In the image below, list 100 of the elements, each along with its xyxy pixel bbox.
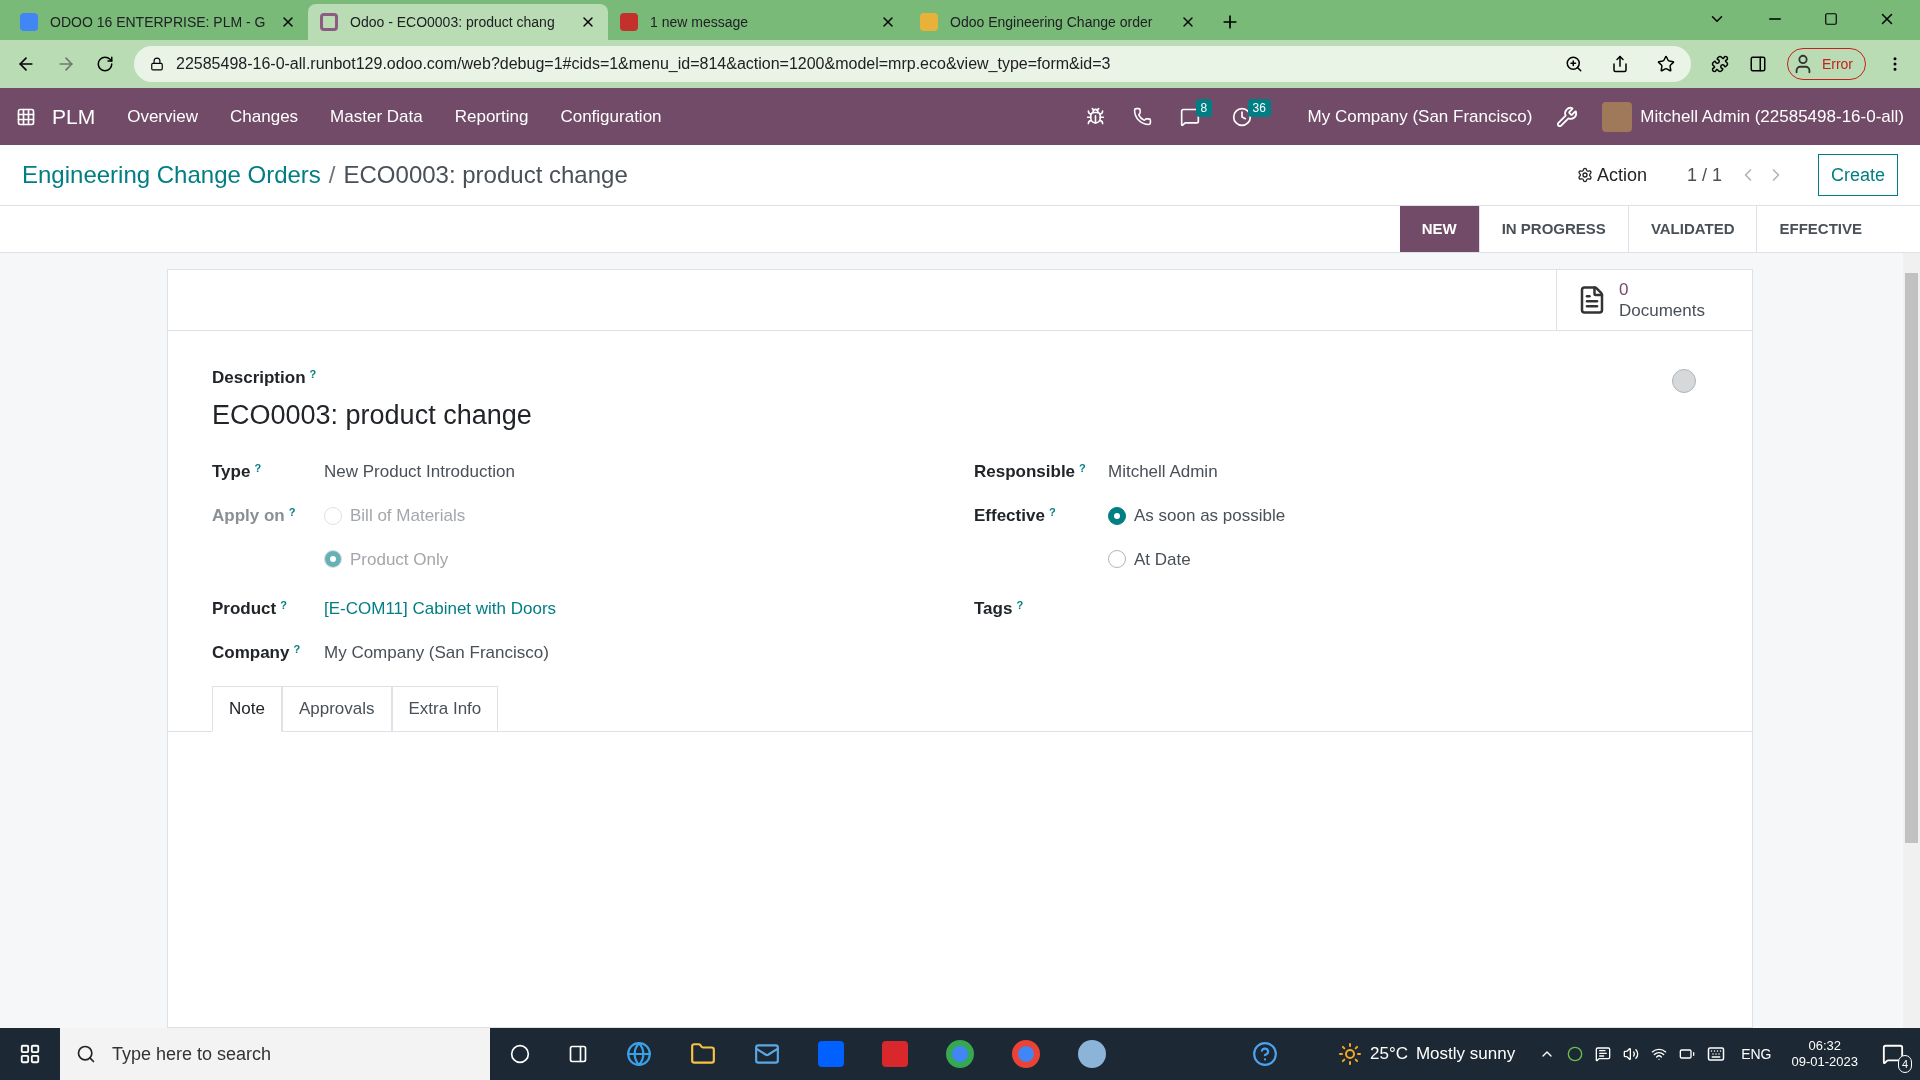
language-indicator[interactable]: ENG <box>1741 1043 1772 1065</box>
notebook-tab[interactable]: Note <box>212 686 282 732</box>
address-text: 22585498-16-0-all.runbot129.odoo.com/web?debug=1#cids=1&menu_id=814&action=1200&model=mrp.eco&view_type=form&id=3 <box>176 54 1112 74</box>
lock-icon <box>150 57 164 71</box>
radio-option[interactable]: As soon as possible <box>1108 503 1286 529</box>
product-link[interactable]: [E-COM11] Cabinet with Doors <box>324 590 557 622</box>
maximize-icon[interactable] <box>1824 12 1838 26</box>
field-label: Apply on $^{?}$ <box>212 504 297 527</box>
browser-tab[interactable]: ODOO 16 ENTERPRISE: PLM - G <box>8 4 308 40</box>
field-value[interactable]: New Product Introduction <box>324 453 515 485</box>
bug-icon[interactable] <box>1085 107 1105 126</box>
app-name[interactable]: PLM <box>52 100 96 133</box>
help-mark: ? <box>288 505 296 518</box>
folder-icon[interactable] <box>690 1041 716 1067</box>
start-icon[interactable] <box>19 1043 41 1065</box>
battery-icon[interactable] <box>1679 1046 1696 1062</box>
create-button[interactable]: Create <box>1817 154 1898 196</box>
notebook-tab[interactable]: Approvals <box>281 686 392 732</box>
notification-count: 4 <box>1897 1054 1912 1073</box>
field-label: Company $^{?}$ <box>212 641 302 664</box>
keyboard-icon[interactable] <box>1707 1045 1726 1063</box>
help-mark: ? <box>1079 461 1086 474</box>
pager-value[interactable]: 1 / 1 <box>1686 161 1722 189</box>
favicon-icon <box>20 13 38 31</box>
clock-time[interactable]: 06:32 <box>1808 1037 1841 1054</box>
favicon-icon <box>320 13 338 31</box>
tab-title: ODOO 16 ENTERPRISE: PLM - G <box>50 12 267 32</box>
record-title[interactable]: ECO0003: product change <box>212 394 532 435</box>
tab-title: Odoo - ECO0003: product chang <box>350 12 556 32</box>
message-count-badge: 8 <box>1195 98 1213 117</box>
extensions-icon[interactable] <box>1710 55 1729 73</box>
weather-icon[interactable] <box>1337 1042 1362 1066</box>
field-label: Type $^{?}$ <box>212 460 263 483</box>
help-mark: ? <box>1016 598 1024 611</box>
side-panel-icon[interactable] <box>1748 55 1767 73</box>
documents-smart-button[interactable]: 0 Documents <box>1556 270 1752 330</box>
notifications-icon[interactable] <box>1882 1043 1904 1065</box>
nav-menu-item[interactable]: Changes <box>230 103 299 130</box>
field-label: Effective $^{?}$ <box>974 504 1057 527</box>
stage-button[interactable]: VALIDATED <box>1627 206 1757 252</box>
help-mark: ? <box>293 642 301 655</box>
taskbar-search-field[interactable]: Type here to search <box>60 1028 490 1080</box>
browser-tab[interactable]: Odoo Engineering Change order <box>908 4 1208 40</box>
field-value[interactable]: Mitchell Admin <box>1108 453 1218 485</box>
help-icon[interactable] <box>1251 1041 1278 1067</box>
help-mark: ? <box>1048 505 1056 518</box>
address-field[interactable]: 22585498-16-0-all.runbot129.odoo.com/web?debug=1#cids=1&menu_id=814&action=1200&model=mrp.eco&view_type=form&id=3 <box>134 46 1691 82</box>
task-view-icon[interactable] <box>568 1044 588 1064</box>
nav-menu-item[interactable]: Configuration <box>560 103 662 130</box>
help-mark: ? <box>309 367 317 380</box>
temperature[interactable]: 25°C <box>1369 1041 1408 1067</box>
volume-icon[interactable] <box>1623 1046 1640 1062</box>
field-label: Description $^{?}$ <box>212 366 318 389</box>
nav-menu-item[interactable]: Reporting <box>454 103 529 130</box>
favicon-icon <box>920 13 938 31</box>
radio-option[interactable]: At Date <box>1108 546 1286 572</box>
user-menu[interactable]: Mitchell Admin (22585498-16-0-all) <box>1640 103 1904 130</box>
help-mark: ? <box>254 461 262 474</box>
browser-icon[interactable] <box>626 1041 652 1067</box>
share-icon[interactable] <box>1610 55 1629 73</box>
phone-icon[interactable] <box>1132 107 1152 126</box>
browser-tab[interactable]: Odoo - ECO0003: product chang <box>308 4 608 40</box>
reload-icon[interactable] <box>96 55 114 73</box>
nav-menu-item[interactable]: Overview <box>127 103 199 130</box>
radio-icon[interactable] <box>1108 550 1126 569</box>
favicon-icon <box>620 13 638 31</box>
action-button[interactable]: Action <box>1576 161 1647 189</box>
bookmark-icon[interactable] <box>1656 55 1675 73</box>
apps-menu-icon[interactable] <box>16 106 36 127</box>
field-label: Product $^{?}$ <box>212 597 288 620</box>
company-switcher[interactable]: My Company (San Francisco) <box>1307 103 1533 130</box>
activity-count-badge: 36 <box>1247 98 1271 117</box>
breadcrumb-link[interactable]: Engineering Change Orders <box>22 157 321 193</box>
wifi-icon[interactable] <box>1651 1046 1668 1062</box>
stage-button[interactable]: EFFECTIVE <box>1756 206 1884 252</box>
app-tray-icon[interactable] <box>1567 1046 1584 1062</box>
weather-text[interactable]: Mostly sunny <box>1415 1041 1516 1067</box>
tools-icon[interactable] <box>1556 105 1579 128</box>
field-value[interactable]: My Company (San Francisco) <box>324 634 549 666</box>
field-label: Tags $^{?}$ <box>974 597 1025 620</box>
documents-label: Documents <box>1619 300 1705 322</box>
clock-date[interactable]: 09-01-2023 <box>1791 1054 1858 1071</box>
notebook-tab[interactable]: Extra Info <box>391 686 499 732</box>
tab-title: Odoo Engineering Change order <box>950 12 1154 32</box>
activity-icon[interactable] <box>1231 106 1252 127</box>
scrollbar[interactable] <box>1903 253 1920 1028</box>
mail-icon[interactable] <box>754 1041 780 1067</box>
stage-button[interactable]: NEW <box>1399 206 1479 252</box>
tray-icon[interactable] <box>1595 1046 1612 1062</box>
settings-icon <box>1576 167 1593 183</box>
breadcrumb-current: ECO0003: product change <box>343 160 628 190</box>
radio-icon[interactable] <box>1108 506 1126 525</box>
nav-menu-item[interactable]: Master Data <box>330 103 423 130</box>
browser-tab[interactable]: 1 new message <box>608 4 908 40</box>
field-label: Responsible $^{?}$ <box>974 460 1087 483</box>
stage-button[interactable]: IN PROGRESS <box>1478 206 1628 252</box>
chat-icon[interactable] <box>1179 106 1200 127</box>
search-icon <box>76 1044 96 1064</box>
zoom-icon[interactable] <box>1564 55 1583 73</box>
document-count: 0 <box>1619 278 1629 300</box>
